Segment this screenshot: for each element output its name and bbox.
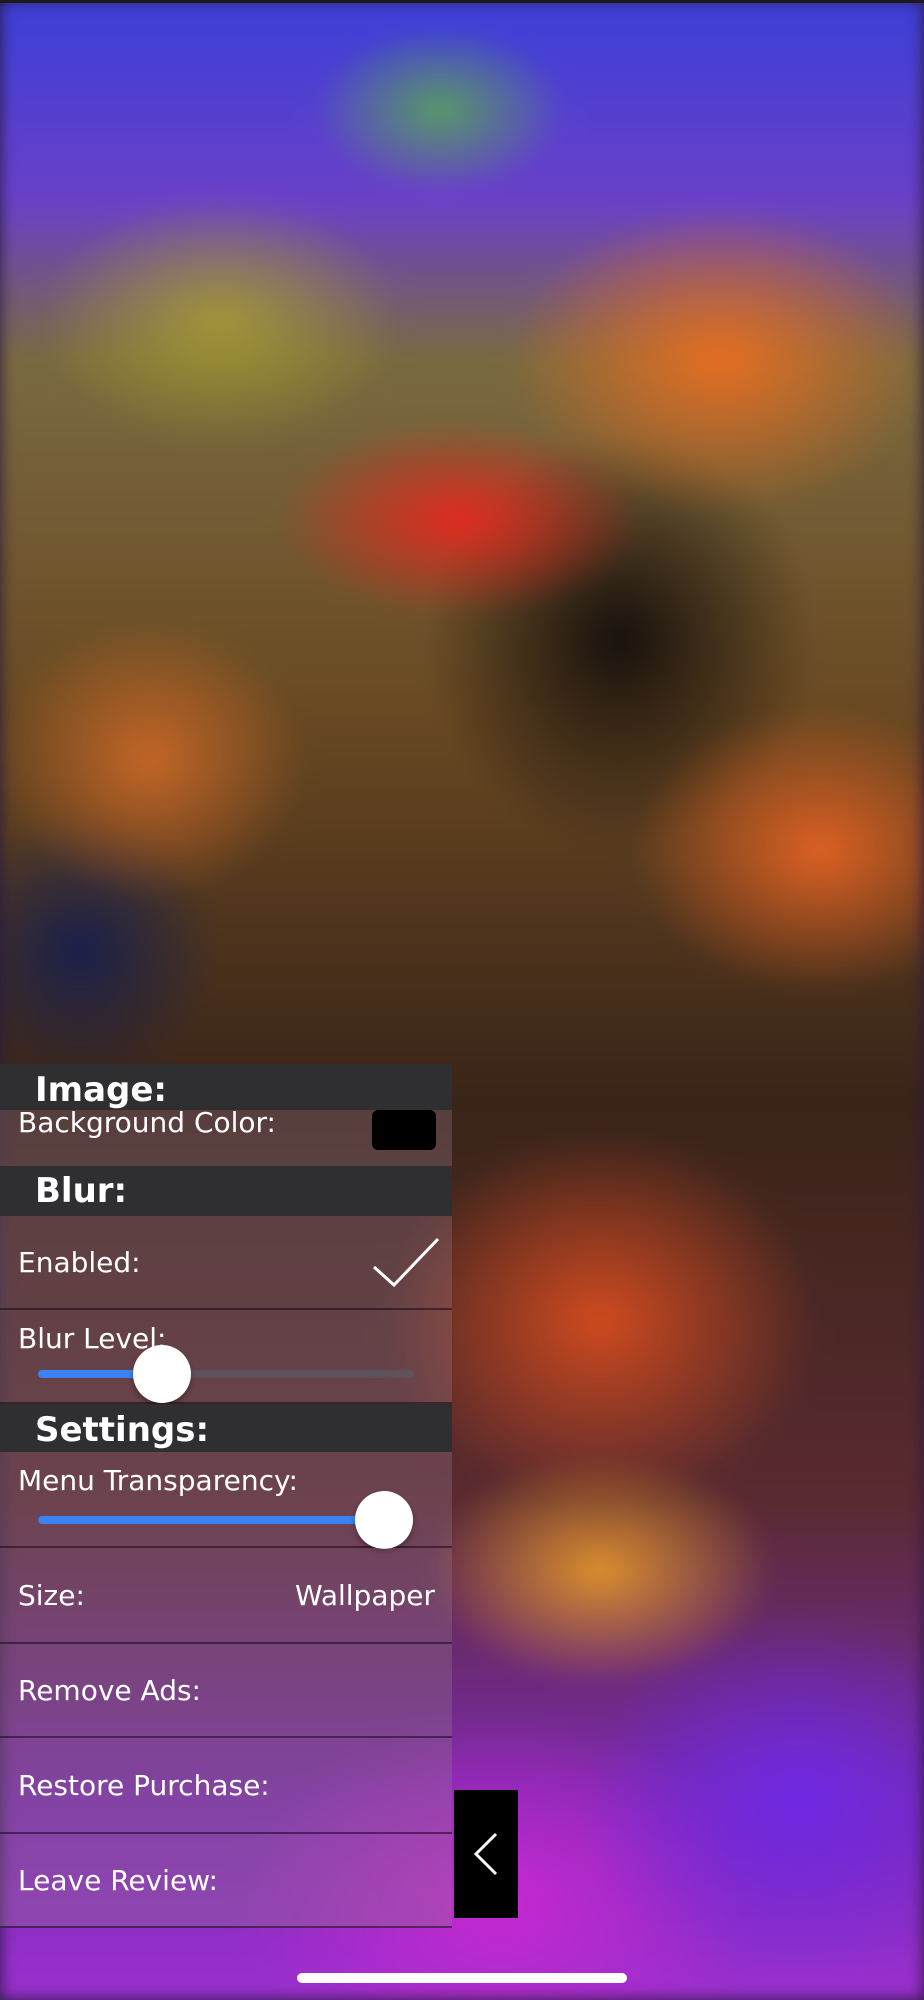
remove-ads-row[interactable]: Remove Ads: xyxy=(0,1644,452,1738)
size-label: Size: xyxy=(18,1579,85,1612)
size-row[interactable]: Size: Wallpaper xyxy=(0,1548,452,1644)
menu-transparency-slider-fill xyxy=(38,1516,384,1524)
background-color-swatch[interactable] xyxy=(372,1110,436,1150)
leave-review-label: Leave Review: xyxy=(18,1864,218,1897)
restore-purchase-row[interactable]: Restore Purchase: xyxy=(0,1738,452,1834)
collapse-menu-tab[interactable] xyxy=(454,1790,518,1918)
home-indicator[interactable] xyxy=(297,1973,627,1983)
background-color-label: Background Color: xyxy=(18,1106,276,1139)
remove-ads-label: Remove Ads: xyxy=(18,1674,201,1707)
settings-section-header: Settings: xyxy=(0,1404,452,1452)
blur-level-row: Blur Level: xyxy=(0,1310,452,1404)
top-edge xyxy=(0,0,924,3)
background-color-row[interactable]: Background Color: xyxy=(0,1106,452,1170)
size-value: Wallpaper xyxy=(294,1579,435,1612)
blur-level-slider[interactable] xyxy=(38,1345,414,1403)
blur-section-header: Blur: xyxy=(0,1166,452,1216)
image-section-title: Image: xyxy=(35,1070,168,1110)
menu-transparency-row: Menu Transparency: xyxy=(0,1452,452,1549)
blur-enabled-label: Enabled: xyxy=(18,1246,141,1279)
image-section-header: Image: xyxy=(0,1064,452,1110)
menu-transparency-label: Menu Transparency: xyxy=(18,1464,298,1497)
settings-section-title: Settings: xyxy=(35,1410,210,1450)
restore-purchase-label: Restore Purchase: xyxy=(18,1769,270,1802)
checkmark-icon[interactable] xyxy=(370,1233,442,1293)
menu-transparency-slider[interactable] xyxy=(38,1491,414,1549)
leave-review-row[interactable]: Leave Review: xyxy=(0,1834,452,1928)
chevron-left-icon xyxy=(473,1832,498,1876)
blur-level-slider-thumb[interactable] xyxy=(133,1345,192,1403)
blur-section-title: Blur: xyxy=(35,1171,128,1211)
blur-enabled-row[interactable]: Enabled: xyxy=(0,1216,452,1310)
menu-transparency-slider-thumb[interactable] xyxy=(354,1491,413,1549)
